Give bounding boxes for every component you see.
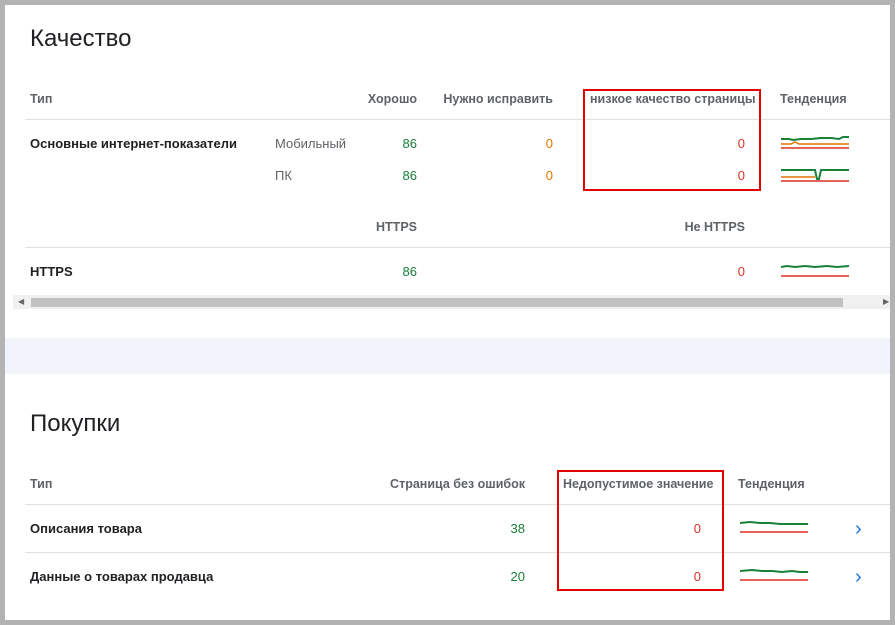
cwv-mobile-trend-sparkline[interactable] [781,133,849,151]
section-separator [5,338,890,374]
chevron-right-icon[interactable]: › [855,519,862,539]
shopping-row-trend-sparkline[interactable] [740,519,808,535]
shopping-row-trend-sparkline[interactable] [740,567,808,583]
shopping-row-label[interactable]: Описания товара [30,521,142,536]
shopping-row-valid-count: 20 [510,569,525,584]
https-header-not-https: Не HTTPS [585,220,745,234]
divider [25,247,890,248]
quality-header-good-label: Хорошо [367,92,417,106]
shopping-header-trend: Тенденция [738,477,805,491]
https-header-https: HTTPS [317,220,417,234]
cwv-desktop-needs-fix: 0 [545,168,553,183]
highlight-box-poor-column [583,89,761,191]
quality-header-needs-fix-label: Нужно исправить [443,92,553,106]
https-row-not-https-count: 0 [737,264,745,279]
https-trend-sparkline[interactable] [781,263,849,279]
quality-header-needs-fix: Нужно исправить [405,92,553,106]
scroll-right-arrow-icon[interactable]: ▶ [883,296,889,308]
cwv-desktop-trend-sparkline[interactable] [781,165,849,185]
shopping-row-label[interactable]: Данные о товарах продавца [30,569,213,584]
https-row-https-count: 86 [402,264,417,279]
cwv-desktop-device: ПК [275,168,292,183]
chevron-right-icon[interactable]: › [855,567,862,587]
scrollbar-thumb[interactable] [31,298,843,307]
quality-section-title: Качество [30,25,132,52]
shopping-row-valid-count: 38 [510,521,525,536]
cwv-desktop-good: 86 [402,168,417,183]
horizontal-scrollbar[interactable]: ◀ ▶ [13,295,890,309]
highlight-box-invalid-column [557,470,724,591]
cwv-mobile-needs-fix: 0 [545,136,553,151]
https-header-https-label: HTTPS [376,220,417,234]
shopping-header-valid: Страница без ошибок [375,477,525,491]
shopping-header-valid-label: Страница без ошибок [390,477,525,491]
divider [25,552,890,553]
quality-header-good: Хорошо [317,92,417,106]
https-row-label[interactable]: HTTPS [30,264,73,279]
cwv-mobile-good: 86 [402,136,417,151]
shopping-header-type: Тип [30,477,53,491]
https-header-not-https-label: Не HTTPS [684,220,745,234]
report-frame: Качество Тип Хорошо Нужно исправить низк… [5,5,890,620]
quality-header-type: Тип [30,92,53,106]
scroll-left-arrow-icon[interactable]: ◀ [18,296,24,308]
shopping-section-title: Покупки [30,410,121,437]
cwv-label[interactable]: Основные интернет-показатели [30,136,237,151]
quality-header-trend: Тенденция [780,92,847,106]
divider [25,504,890,505]
